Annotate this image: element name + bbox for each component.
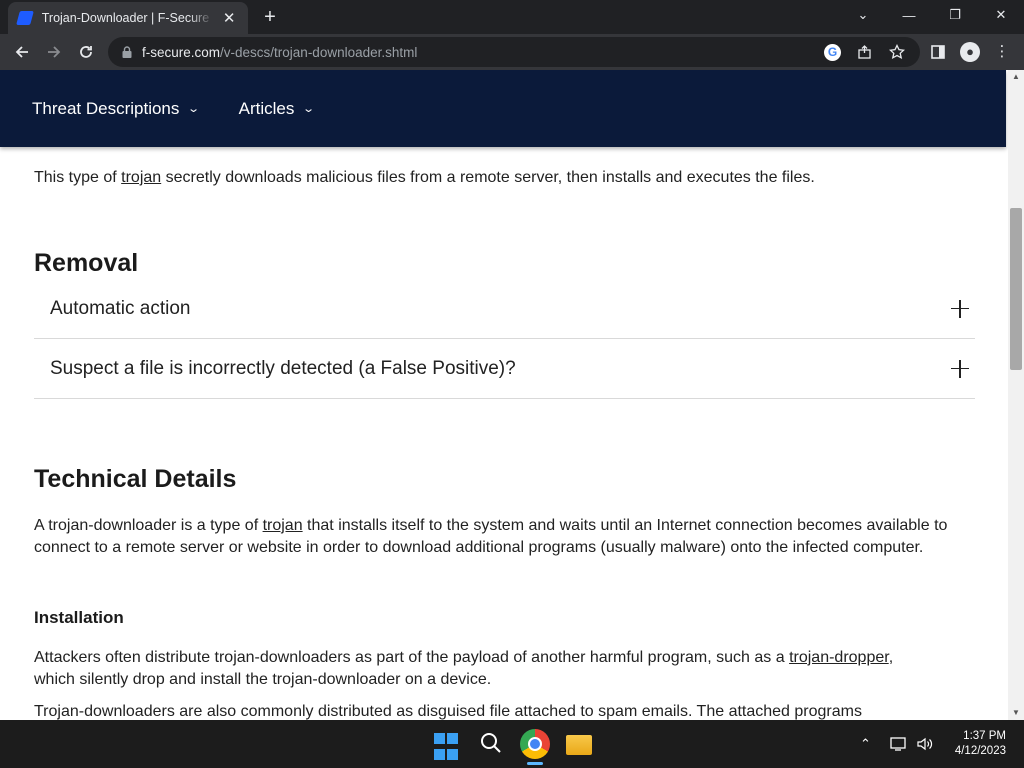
- share-icon[interactable]: [856, 44, 874, 62]
- tech-text: A trojan-downloader is a type of: [34, 517, 263, 534]
- search-icon[interactable]: [476, 728, 506, 758]
- intro-paragraph: This type of trojan secretly downloads m…: [34, 167, 974, 189]
- site-navigation-bar: Threat Descriptions ⌄ Articles ⌄: [0, 70, 1006, 147]
- accordion-automatic-action[interactable]: Automatic action: [34, 279, 975, 339]
- plus-icon[interactable]: [951, 359, 971, 379]
- technical-details-paragraph: A trojan-downloader is a type of trojan …: [34, 515, 974, 559]
- scroll-down-arrow-icon[interactable]: ▼: [1008, 706, 1024, 720]
- url-path: /v-descs/trojan-downloader.shtml: [220, 44, 418, 60]
- profile-avatar-icon[interactable]: ●: [960, 42, 980, 62]
- chrome-menu-icon[interactable]: ⋮: [990, 40, 1014, 64]
- taskbar-clock[interactable]: 1:37 PM 4/12/2023: [955, 729, 1006, 759]
- reload-icon[interactable]: [72, 38, 100, 66]
- browser-tab-strip: Trojan-Downloader | F-Secure Labs ✕ + ⌄ …: [0, 0, 1024, 34]
- windows-start-icon[interactable]: [434, 733, 464, 763]
- nav-articles-label: Articles: [238, 98, 295, 118]
- tab-close-icon[interactable]: ✕: [220, 9, 238, 27]
- technical-details-heading: Technical Details: [34, 465, 237, 493]
- tab-search-button[interactable]: ⌄: [840, 0, 886, 30]
- nav-threat-descriptions[interactable]: Threat Descriptions ⌄: [32, 98, 201, 119]
- plus-icon[interactable]: [951, 299, 971, 319]
- clock-time: 1:37 PM: [963, 730, 1006, 742]
- new-tab-button[interactable]: +: [258, 5, 282, 29]
- side-panel-icon[interactable]: [926, 40, 950, 64]
- accordion-false-positive[interactable]: Suspect a file is incorrectly detected (…: [34, 339, 975, 399]
- f-secure-favicon-icon: [16, 11, 34, 25]
- chevron-down-icon: ⌄: [187, 103, 201, 115]
- tray-chevron-up-icon[interactable]: ⌃: [860, 720, 871, 768]
- chevron-down-icon: ⌄: [302, 103, 316, 115]
- install-text: Attackers often distribute trojan-downlo…: [34, 649, 790, 666]
- nav-threat-descriptions-label: Threat Descriptions: [32, 98, 180, 118]
- network-icon[interactable]: [890, 720, 908, 768]
- back-arrow-icon[interactable]: [8, 38, 36, 66]
- url-text: f-secure.com/v-descs/trojan-downloader.s…: [142, 45, 417, 60]
- scrollbar-thumb[interactable]: [1010, 208, 1022, 370]
- intro-text: This type of: [34, 169, 122, 186]
- lock-icon[interactable]: [120, 45, 134, 59]
- trojan-link[interactable]: trojan: [121, 169, 161, 186]
- active-app-indicator: [527, 762, 543, 765]
- installation-heading: Installation: [34, 608, 124, 627]
- intro-text-rest: secretly downloads malicious files from …: [161, 169, 815, 186]
- page-scrollbar[interactable]: ▲ ▼: [1008, 70, 1024, 720]
- trojan-link[interactable]: trojan: [263, 517, 303, 534]
- chrome-app-icon[interactable]: [520, 729, 550, 759]
- removal-heading: Removal: [34, 249, 139, 277]
- browser-tab-active[interactable]: Trojan-Downloader | F-Secure Labs ✕: [8, 2, 248, 34]
- accordion-label: Automatic action: [50, 297, 191, 319]
- clock-date: 4/12/2023: [954, 745, 1006, 757]
- google-lens-icon[interactable]: G: [824, 44, 842, 62]
- address-bar[interactable]: f-secure.com/v-descs/trojan-downloader.s…: [108, 37, 920, 67]
- tab-title: Trojan-Downloader | F-Secure Labs: [41, 11, 215, 25]
- bookmark-star-icon[interactable]: [888, 43, 906, 62]
- file-explorer-icon[interactable]: [566, 735, 592, 755]
- url-host: f-secure.com: [142, 44, 221, 60]
- trojan-dropper-link[interactable]: trojan-dropper: [789, 649, 889, 666]
- windows-taskbar: ⌃ 1:37 PM 4/12/2023: [0, 720, 1024, 768]
- scroll-up-arrow-icon[interactable]: ▲: [1008, 70, 1024, 84]
- browser-toolbar: f-secure.com/v-descs/trojan-downloader.s…: [0, 34, 1024, 70]
- close-window-button[interactable]: ✕: [978, 0, 1024, 30]
- volume-icon[interactable]: [916, 720, 934, 768]
- minimize-button[interactable]: —: [886, 0, 932, 30]
- accordion-label: Suspect a file is incorrectly detected (…: [50, 357, 516, 379]
- restore-button[interactable]: ❐: [932, 0, 978, 30]
- page-viewport: Threat Descriptions ⌄ Articles ⌄ This ty…: [0, 70, 1008, 720]
- installation-paragraph: Attackers often distribute trojan-downlo…: [34, 647, 934, 691]
- forward-arrow-icon[interactable]: [40, 38, 68, 66]
- nav-articles[interactable]: Articles ⌄: [238, 98, 316, 119]
- distribution-paragraph: Trojan-downloaders are also commonly dis…: [34, 703, 862, 720]
